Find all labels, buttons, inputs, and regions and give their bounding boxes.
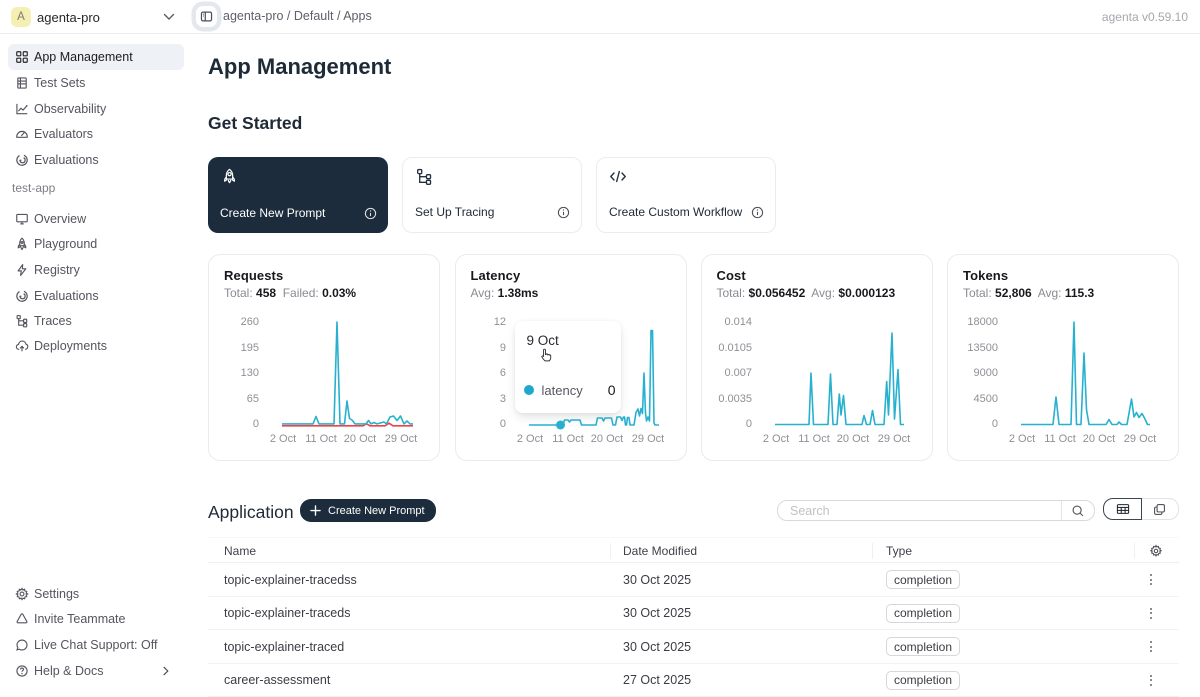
svg-text:0: 0 [253,418,259,430]
svg-text:195: 195 [241,342,259,354]
svg-text:29 Oct: 29 Oct [1124,433,1156,445]
svg-text:20 Oct: 20 Oct [1083,433,1115,445]
svg-text:29 Oct: 29 Oct [877,433,909,445]
svg-text:11 Oct: 11 Oct [552,433,584,445]
svg-text:2 Oct: 2 Oct [762,433,788,445]
svg-text:13500: 13500 [967,342,998,354]
svg-text:2 Oct: 2 Oct [1009,433,1035,445]
svg-text:20 Oct: 20 Oct [836,433,868,445]
svg-text:0.014: 0.014 [724,316,752,328]
svg-text:2 Oct: 2 Oct [270,433,296,445]
svg-text:0: 0 [992,418,998,430]
svg-text:20 Oct: 20 Oct [344,433,376,445]
svg-text:29 Oct: 29 Oct [385,433,417,445]
svg-text:4500: 4500 [974,393,998,405]
svg-text:260: 260 [241,316,259,328]
svg-text:0: 0 [745,418,751,430]
svg-text:0.0105: 0.0105 [718,342,752,354]
svg-text:11 Oct: 11 Oct [305,433,337,445]
svg-text:0.0035: 0.0035 [718,393,752,405]
svg-text:29 Oct: 29 Oct [631,433,663,445]
svg-text:9: 9 [499,342,505,354]
svg-text:130: 130 [241,367,259,379]
svg-text:9000: 9000 [974,367,998,379]
svg-text:18000: 18000 [967,316,998,328]
svg-text:2 Oct: 2 Oct [516,433,542,445]
svg-text:0: 0 [499,418,505,430]
svg-text:0.007: 0.007 [724,367,752,379]
svg-text:20 Oct: 20 Oct [590,433,622,445]
svg-text:65: 65 [247,393,259,405]
svg-text:12: 12 [493,316,505,328]
svg-text:6: 6 [499,367,505,379]
svg-text:11 Oct: 11 Oct [1044,433,1076,445]
svg-text:3: 3 [499,393,505,405]
svg-text:11 Oct: 11 Oct [798,433,830,445]
